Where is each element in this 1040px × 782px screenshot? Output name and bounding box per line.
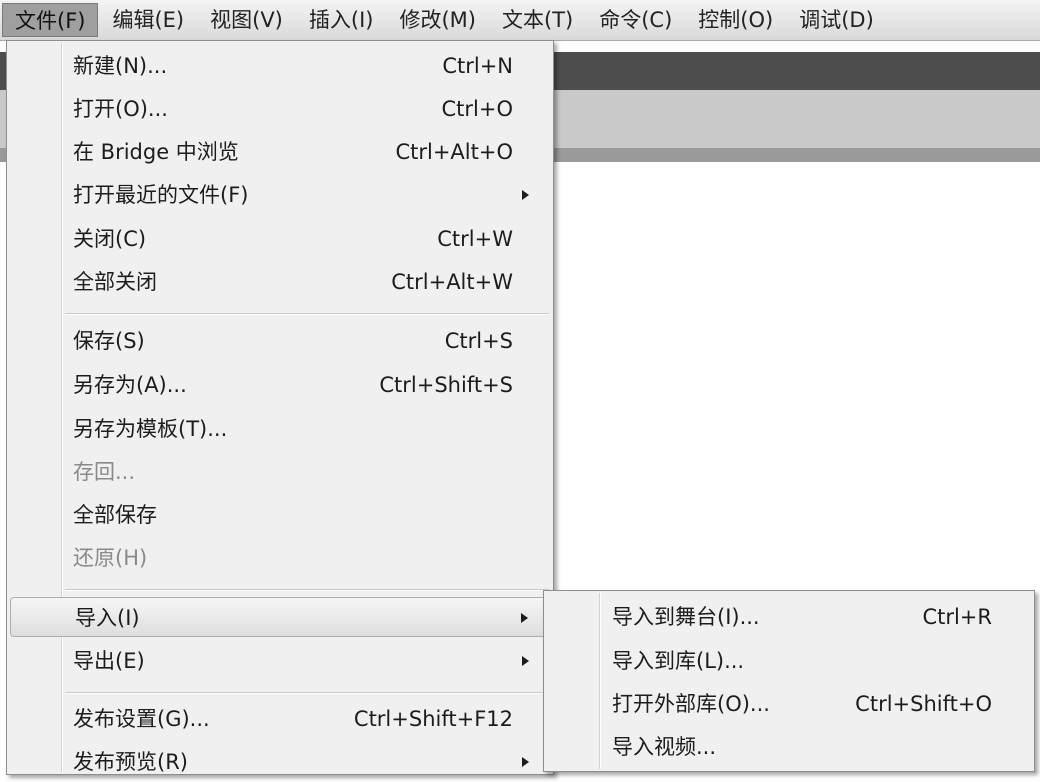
menu-item-label: 全部保存 [73, 503, 157, 527]
menu-item-revert: 还原(H) [9, 538, 551, 578]
menu-item-shortcut: Ctrl+Alt+O [395, 140, 513, 164]
menu-edit[interactable]: 编辑(E) [100, 3, 196, 37]
menu-item-label: 存回... [73, 460, 136, 484]
menu-item-browse-bridge[interactable]: 在 Bridge 中浏览 Ctrl+Alt+O [9, 132, 551, 172]
menu-item-save[interactable]: 保存(S) Ctrl+S [9, 321, 551, 361]
submenu-arrow-icon [522, 656, 529, 666]
menu-item-save-all[interactable]: 全部保存 [9, 495, 551, 535]
menu-item-export[interactable]: 导出(E) [9, 641, 551, 681]
menu-item-import[interactable]: 导入(I) [10, 597, 551, 637]
menu-item-save-as[interactable]: 另存为(A)... Ctrl+Shift+S [9, 365, 551, 405]
import-submenu: 导入到舞台(I)... Ctrl+R 导入到库(L)... 打开外部库(O)..… [543, 590, 1035, 772]
menu-separator [65, 589, 549, 591]
menu-item-label: 打开最近的文件(F) [73, 183, 249, 207]
menu-item-close-all[interactable]: 全部关闭 Ctrl+Alt+W [9, 262, 551, 302]
menu-item-label: 打开(O)... [73, 97, 168, 121]
menu-item-shortcut: Ctrl+Alt+W [391, 270, 513, 294]
menu-item-shortcut: Ctrl+Shift+F12 [353, 707, 513, 731]
submenu-item-import-video[interactable]: 导入视频... [546, 727, 1032, 767]
menu-item-label: 还原(H) [73, 546, 148, 570]
menu-commands[interactable]: 命令(C) [587, 3, 684, 37]
menu-debug[interactable]: 调试(D) [787, 3, 886, 37]
menu-item-shortcut: Ctrl+N [442, 54, 513, 78]
submenu-arrow-icon [521, 613, 528, 623]
menu-separator [65, 313, 549, 315]
file-menu-dropdown: 新建(N)... Ctrl+N 打开(O)... Ctrl+O 在 Bridge… [6, 40, 554, 775]
menu-item-label: 打开外部库(O)... [612, 692, 770, 716]
menu-bar: 文件(F) 编辑(E) 视图(V) 插入(I) 修改(M) 文本(T) 命令(C… [0, 0, 1040, 41]
submenu-item-open-external-library[interactable]: 打开外部库(O)... Ctrl+Shift+O [546, 684, 1032, 724]
submenu-item-import-to-stage[interactable]: 导入到舞台(I)... Ctrl+R [546, 597, 1032, 637]
menu-item-label: 关闭(C) [73, 227, 147, 251]
menu-item-label: 发布设置(G)... [73, 707, 210, 731]
menu-view[interactable]: 视图(V) [198, 3, 295, 37]
menu-item-label: 导出(E) [73, 649, 145, 673]
menu-item-shortcut: Ctrl+W [437, 227, 513, 251]
menu-item-open[interactable]: 打开(O)... Ctrl+O [9, 89, 551, 129]
menu-text[interactable]: 文本(T) [490, 3, 585, 37]
submenu-item-import-to-library[interactable]: 导入到库(L)... [546, 641, 1032, 681]
menu-item-shortcut: Ctrl+O [441, 97, 514, 121]
menu-item-label: 全部关闭 [73, 270, 157, 294]
menu-item-new[interactable]: 新建(N)... Ctrl+N [9, 46, 551, 86]
menu-item-label: 保存(S) [73, 329, 145, 353]
menu-item-check-in: 存回... [9, 452, 551, 492]
menu-control[interactable]: 控制(O) [686, 3, 785, 37]
menu-item-shortcut: Ctrl+S [444, 329, 513, 353]
menu-item-shortcut: Ctrl+Shift+S [379, 373, 513, 397]
menu-item-label: 导入(I) [75, 606, 140, 630]
menu-item-label: 另存为模板(T)... [73, 417, 228, 441]
menu-item-publish-preview[interactable]: 发布预览(R) [9, 742, 551, 782]
submenu-arrow-icon [522, 757, 529, 767]
menu-item-shortcut: Ctrl+R [922, 605, 992, 629]
menu-item-publish-settings[interactable]: 发布设置(G)... Ctrl+Shift+F12 [9, 699, 551, 739]
submenu-arrow-icon [522, 190, 529, 200]
menu-item-close[interactable]: 关闭(C) Ctrl+W [9, 219, 551, 259]
menu-item-label: 发布预览(R) [73, 750, 188, 774]
menu-item-label: 新建(N)... [73, 54, 168, 78]
menu-modify[interactable]: 修改(M) [387, 3, 488, 37]
menu-item-label: 在 Bridge 中浏览 [73, 140, 239, 164]
menu-file[interactable]: 文件(F) [2, 3, 99, 37]
menu-insert[interactable]: 插入(I) [297, 3, 386, 37]
menu-item-open-recent[interactable]: 打开最近的文件(F) [9, 175, 551, 215]
menu-item-save-as-template[interactable]: 另存为模板(T)... [9, 409, 551, 449]
menu-separator [65, 692, 549, 694]
menu-item-label: 导入到舞台(I)... [612, 605, 760, 629]
menu-item-label: 导入到库(L)... [612, 649, 745, 673]
menu-item-label: 另存为(A)... [73, 373, 187, 397]
menu-item-label: 导入视频... [612, 735, 717, 759]
menu-item-shortcut: Ctrl+Shift+O [855, 692, 992, 716]
